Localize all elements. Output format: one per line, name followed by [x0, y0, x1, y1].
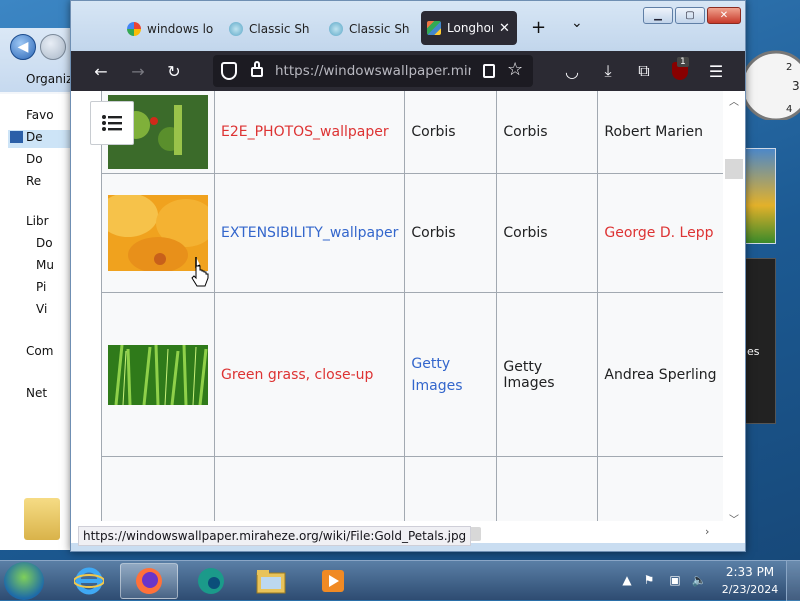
url-text[interactable]: https://windowswallpaper.mirahe [275, 63, 471, 79]
empty-cell [213, 456, 406, 527]
desktop-icon [10, 131, 23, 143]
forward-icon[interactable]: → [123, 51, 153, 91]
empty-cell [496, 456, 599, 527]
close-window-button[interactable]: ✕ [707, 7, 741, 24]
maximize-button[interactable]: ▢ [675, 7, 705, 24]
organize-button[interactable]: Organiz [26, 72, 72, 86]
svg-text:4: 4 [786, 104, 792, 115]
vertical-scroll-thumb[interactable] [725, 159, 743, 179]
author-link[interactable]: George D. Lepp [604, 225, 713, 241]
media-player-icon[interactable] [304, 563, 362, 599]
forward-icon[interactable] [40, 34, 66, 60]
file-explorer-icon[interactable] [242, 563, 300, 599]
author-cell: George D. Lepp [597, 173, 739, 293]
title-cell: Green grass, close-up [213, 292, 406, 457]
tab-longhorn[interactable]: Longhor ✕ [421, 11, 517, 45]
back-icon[interactable]: ← [86, 51, 116, 91]
url-bar[interactable]: https://windowswallpaper.mirahe ☆ [213, 55, 533, 87]
shield-icon[interactable] [221, 62, 237, 80]
show-hidden-icons[interactable]: ▲ [620, 573, 634, 587]
google-icon [127, 22, 141, 36]
volume-muted-icon[interactable]: 🔈 [692, 573, 707, 587]
start-button[interactable] [4, 562, 44, 600]
edge-icon[interactable] [182, 563, 240, 599]
back-icon[interactable]: ◀ [10, 34, 36, 60]
shell-icon [329, 22, 343, 36]
wallpaper-icon [427, 21, 441, 35]
svg-text:3: 3 [792, 79, 800, 93]
title-cell: E2E_PHOTOS_wallpaper [213, 91, 406, 174]
copyright-cell: Corbis [496, 91, 599, 174]
table-row [101, 456, 739, 527]
ublock-badge: 1 [677, 57, 689, 67]
slideshow-gadget [744, 148, 776, 244]
vertical-scrollbar[interactable]: ︿ ﹀ [723, 91, 745, 531]
flag-icon[interactable]: ⚑ [642, 573, 656, 587]
firefox-window: windows lo Classic She Classic She Longh… [70, 0, 746, 552]
scroll-up-icon[interactable]: ︿ [729, 93, 739, 108]
hand-cursor-icon [191, 265, 209, 287]
show-desktop-button[interactable] [786, 561, 800, 601]
table-row: Green grass, close-up Getty Images Getty… [101, 292, 739, 457]
tab-windows-lo[interactable]: windows lo [127, 13, 213, 45]
source-cell: Getty Images [404, 292, 498, 457]
green-grass-thumbnail[interactable] [108, 344, 208, 405]
list-icon [102, 115, 122, 131]
feed-gadget: es [744, 258, 776, 424]
copyright-cell: Corbis [496, 173, 599, 293]
tab-bar: windows lo Classic She Classic She Longh… [71, 1, 745, 51]
explorer-window: ◀ Organiz ★Favo De Do Re Libr Do ♪Mu Pi … [0, 28, 80, 550]
hamburger-menu-icon[interactable]: ☰ [701, 51, 731, 91]
author-cell: Robert Marien [597, 91, 739, 174]
network-icon[interactable]: ▣ [668, 573, 682, 587]
title-link[interactable]: E2E_PHOTOS_wallpaper [221, 124, 389, 140]
thumbnail-cell [101, 292, 215, 457]
download-icon[interactable]: ⤓ [593, 51, 623, 91]
close-tab-icon[interactable]: ✕ [499, 21, 510, 36]
folder-icon[interactable] [24, 498, 60, 540]
page-content: E2E_PHOTOS_wallpaper Corbis Corbis Rober… [71, 91, 745, 543]
author-cell: Andrea Sperling [597, 292, 739, 457]
empty-cell [101, 456, 215, 527]
tab-classic-shell-1[interactable]: Classic She [229, 13, 309, 45]
title-link[interactable]: EXTENSIBILITY_wallpaper [221, 225, 398, 241]
table-row: E2E_PHOTOS_wallpaper Corbis Corbis Rober… [101, 91, 739, 174]
shell-icon [229, 22, 243, 36]
source-link[interactable]: Getty Images [411, 353, 471, 397]
navigation-toolbar: ← → ↻ https://windowswallpaper.mirahe ☆ … [71, 51, 745, 91]
copyright-cell: Getty Images [496, 292, 599, 457]
chevron-down-icon[interactable]: ⌄ [571, 15, 583, 31]
empty-cell [404, 456, 498, 527]
title-cell: EXTENSIBILITY_wallpaper [213, 173, 406, 293]
clock-date[interactable]: 2/23/2024 [718, 583, 782, 596]
reader-view-icon[interactable] [483, 64, 495, 78]
table-of-contents-button[interactable] [90, 101, 134, 145]
empty-cell [597, 456, 739, 527]
lock-shackle-icon [254, 61, 260, 69]
new-tab-button[interactable]: + [531, 17, 546, 38]
scroll-right-icon[interactable]: › [705, 525, 709, 538]
svg-text:2: 2 [786, 62, 792, 73]
internet-explorer-icon[interactable] [60, 563, 118, 599]
reload-icon[interactable]: ↻ [159, 51, 189, 91]
clock-time[interactable]: 2:33 PM [718, 565, 782, 579]
explorer-nav-pane: ★Favo De Do Re Libr Do ♪Mu Pi Vi Com Net [0, 94, 80, 550]
wallpaper-table: E2E_PHOTOS_wallpaper Corbis Corbis Rober… [101, 91, 739, 527]
taskbar: ▲ ⚑ ▣ 🔈 2:33 PM 2/23/2024 [0, 560, 800, 601]
bookmark-star-icon[interactable]: ☆ [507, 59, 523, 80]
source-cell: Corbis [404, 91, 498, 174]
explorer-toolbar: ◀ Organiz [0, 28, 80, 92]
title-link[interactable]: Green grass, close-up [221, 367, 373, 383]
tab-classic-shell-2[interactable]: Classic She [329, 13, 409, 45]
pocket-icon[interactable]: ◡ [557, 51, 587, 91]
gold-petals-thumbnail[interactable] [108, 195, 208, 271]
source-cell: Corbis [404, 173, 498, 293]
link-status-bar: https://windowswallpaper.miraheze.org/wi… [78, 526, 472, 546]
firefox-icon[interactable] [120, 563, 178, 599]
minimize-button[interactable]: ▁ [643, 7, 673, 24]
extensions-icon[interactable]: ⧉ [629, 51, 659, 91]
